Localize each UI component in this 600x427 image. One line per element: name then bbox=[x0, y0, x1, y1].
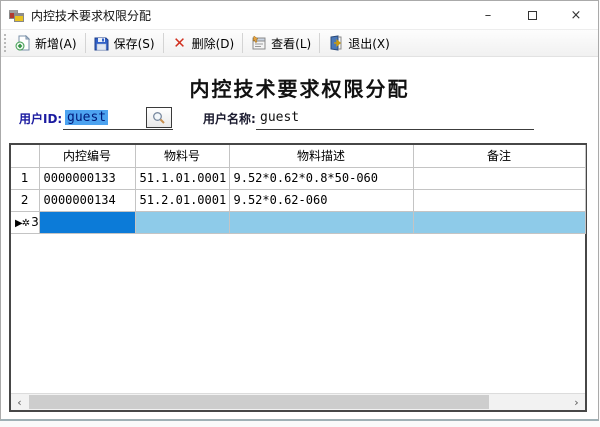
view-button[interactable]: 查看(L) bbox=[245, 31, 317, 55]
exit-button-label: 退出(X) bbox=[348, 35, 390, 52]
form-content: 内控技术要求权限分配 用户ID: guest 用户名称: guest 内控编号 … bbox=[1, 57, 598, 420]
row-header-corner[interactable] bbox=[11, 145, 39, 167]
table-row: 1 0000000133 51.1.01.0001 9.52*0.62*0.8*… bbox=[11, 167, 585, 189]
exit-icon bbox=[328, 35, 344, 51]
toolbar-separator bbox=[85, 33, 86, 53]
column-header[interactable]: 物料号 bbox=[135, 145, 229, 167]
horizontal-scrollbar[interactable]: ‹ › bbox=[11, 393, 585, 410]
row-number[interactable]: 2 bbox=[11, 189, 39, 211]
cell-material-desc[interactable]: 9.52*0.62-060 bbox=[229, 189, 413, 211]
cell-internal-code[interactable]: 0000000134 bbox=[39, 189, 135, 211]
minimize-button[interactable]: – bbox=[466, 1, 510, 29]
scroll-left-icon[interactable]: ‹ bbox=[11, 394, 28, 410]
cell-material-desc[interactable] bbox=[229, 211, 413, 233]
user-id-label: 用户ID: bbox=[19, 110, 62, 127]
scroll-right-icon[interactable]: › bbox=[568, 394, 585, 410]
scrollbar-thumb[interactable] bbox=[29, 395, 489, 409]
column-header[interactable]: 内控编号 bbox=[39, 145, 135, 167]
save-button-label: 保存(S) bbox=[114, 35, 155, 52]
title-bar: 内控技术要求权限分配 – × bbox=[1, 1, 598, 29]
user-id-search-button[interactable] bbox=[146, 107, 172, 128]
table-row: 2 0000000134 51.2.01.0001 9.52*0.62-060 bbox=[11, 189, 585, 211]
view-button-label: 查看(L) bbox=[271, 35, 311, 52]
cell-internal-code[interactable]: 0000000133 bbox=[39, 167, 135, 189]
column-header[interactable]: 物料描述 bbox=[229, 145, 413, 167]
toolbar: 新增(A) 保存(S) ✕ 删除(D) bbox=[1, 29, 598, 57]
app-icon bbox=[9, 8, 25, 22]
user-name-value[interactable]: guest bbox=[256, 106, 534, 130]
cell-remark[interactable] bbox=[413, 167, 585, 189]
table-row-new: ▶✲3 bbox=[11, 211, 585, 233]
window-title: 内控技术要求权限分配 bbox=[31, 7, 151, 24]
exit-button[interactable]: 退出(X) bbox=[322, 31, 396, 55]
delete-button[interactable]: ✕ 删除(D) bbox=[166, 31, 241, 55]
row-number[interactable]: 1 bbox=[11, 167, 39, 189]
new-document-icon bbox=[15, 35, 31, 51]
search-icon bbox=[152, 111, 166, 125]
toolbar-separator bbox=[163, 33, 164, 53]
cell-material-desc[interactable]: 9.52*0.62*0.8*50-060 bbox=[229, 167, 413, 189]
user-id-field[interactable]: guest bbox=[63, 106, 173, 130]
toolbar-separator bbox=[242, 33, 243, 53]
save-button[interactable]: 保存(S) bbox=[88, 31, 161, 55]
permission-grid: 内控编号 物料号 物料描述 备注 1 0000000133 51.1.01.00… bbox=[9, 143, 587, 412]
delete-button-label: 删除(D) bbox=[192, 35, 235, 52]
column-header[interactable]: 备注 bbox=[413, 145, 585, 167]
maximize-icon bbox=[528, 11, 537, 20]
grid-header-row: 内控编号 物料号 物料描述 备注 bbox=[11, 145, 585, 167]
delete-icon: ✕ bbox=[172, 35, 188, 51]
row-number[interactable]: ▶✲3 bbox=[11, 211, 39, 233]
cell-remark[interactable] bbox=[413, 211, 585, 233]
cell-material-no[interactable] bbox=[135, 211, 229, 233]
cell-internal-code-selected[interactable] bbox=[39, 211, 135, 233]
new-button[interactable]: 新增(A) bbox=[9, 31, 83, 55]
maximize-button[interactable] bbox=[510, 1, 554, 29]
new-button-label: 新增(A) bbox=[35, 35, 77, 52]
close-button[interactable]: × bbox=[554, 1, 598, 29]
cell-remark[interactable] bbox=[413, 189, 585, 211]
app-window: 内控技术要求权限分配 – × 新增(A) bbox=[0, 0, 599, 421]
cell-material-no[interactable]: 51.2.01.0001 bbox=[135, 189, 229, 211]
view-icon bbox=[251, 35, 267, 51]
page-title: 内控技术要求权限分配 bbox=[1, 73, 598, 102]
user-name-label: 用户名称: bbox=[203, 110, 256, 127]
new-row-indicator-icon: ▶✲ bbox=[15, 218, 29, 229]
cell-material-no[interactable]: 51.1.01.0001 bbox=[135, 167, 229, 189]
toolbar-separator bbox=[319, 33, 320, 53]
save-icon bbox=[94, 35, 110, 51]
user-id-value: guest bbox=[65, 110, 108, 125]
